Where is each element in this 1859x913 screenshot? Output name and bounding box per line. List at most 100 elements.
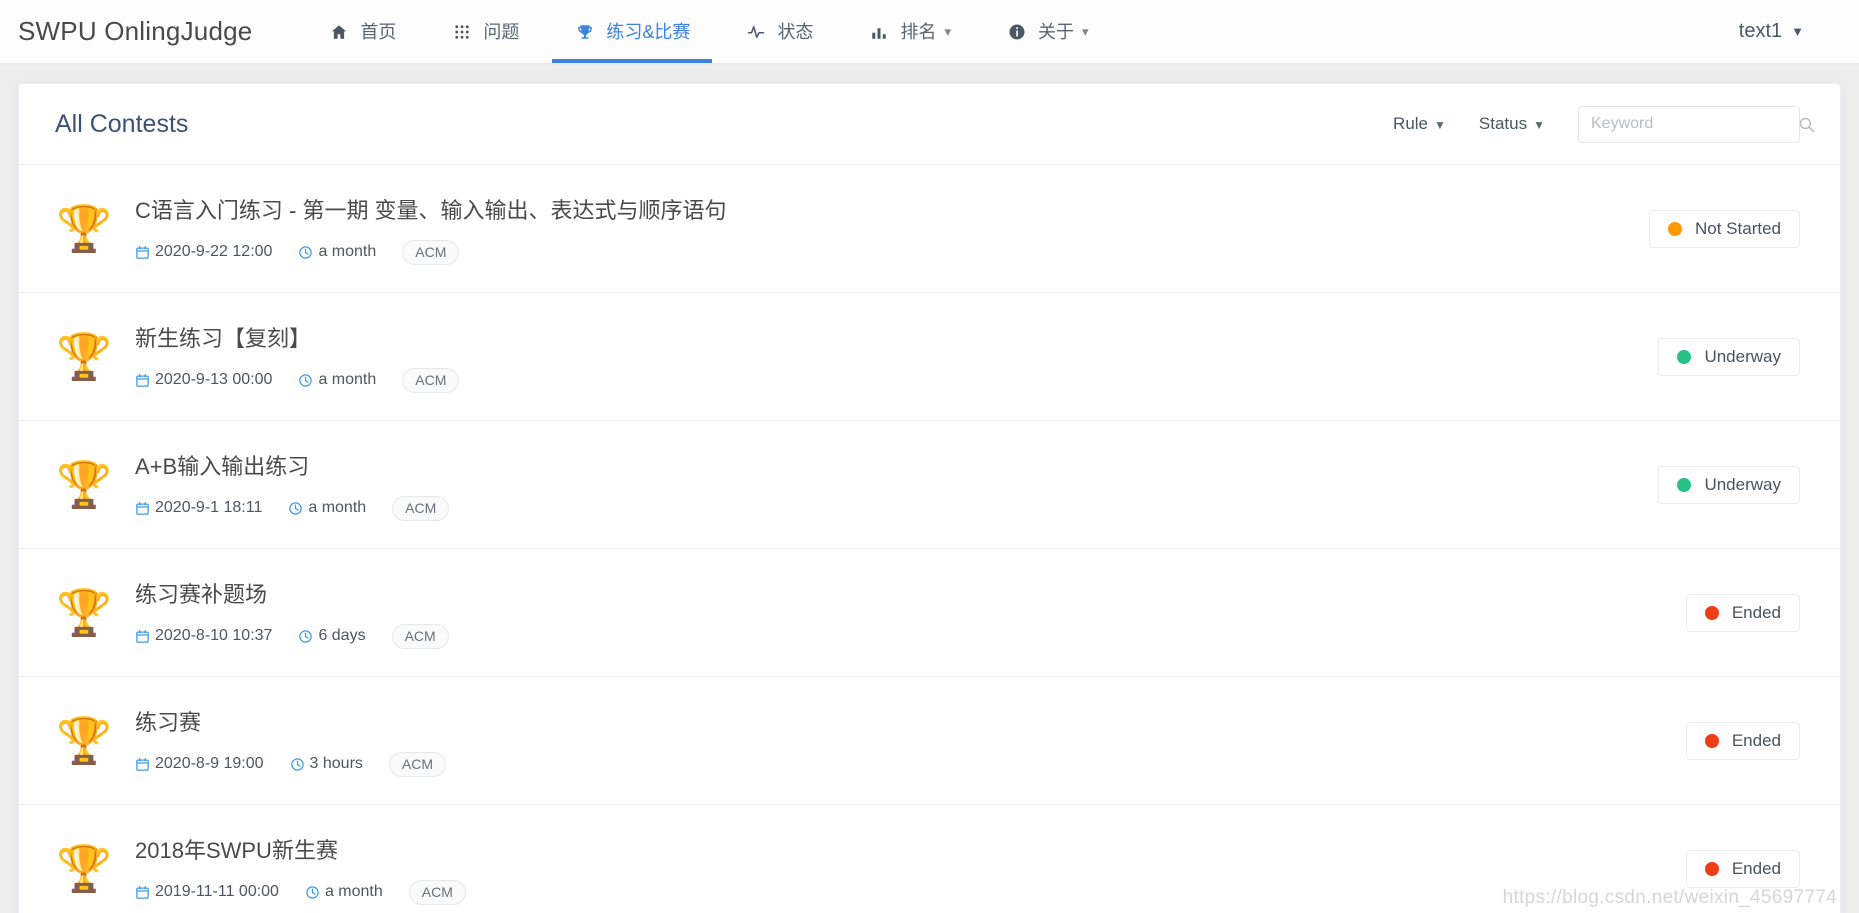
status-label: Not Started (1695, 218, 1781, 238)
contest-row[interactable]: 🏆 新生练习【复刻】 2020-9-13 00:00 a month ACM Underw… (19, 292, 1840, 420)
bar-chart-icon (868, 22, 890, 42)
contest-title[interactable]: A+B输入输出练习 (135, 449, 1658, 481)
nav-item-2[interactable]: 问题 (451, 0, 519, 63)
contest-row[interactable]: 🏆 练习赛 2020-8-9 19:00 3 hours ACM Ended (19, 676, 1840, 804)
status-dot-icon (1668, 221, 1682, 236)
calendar-icon (135, 629, 150, 644)
contest-list: 🏆 C语言入门练习 - 第一期 变量、输入输出、表达式与顺序语句 2020-9-22… (19, 164, 1840, 913)
status-label: Underway (1704, 346, 1781, 366)
contest-rule-tag: ACM (388, 751, 447, 777)
nav-item-1[interactable]: 首页 (328, 0, 396, 63)
calendar-icon (135, 757, 150, 772)
status-badge: Not Started (1649, 209, 1800, 248)
status-badge: Ended (1685, 593, 1800, 632)
status-filter-dropdown[interactable]: Status ▼ (1479, 114, 1545, 134)
contest-info: 新生练习【复刻】 2020-9-13 00:00 a month ACM (135, 321, 1658, 393)
contest-date-text: 2020-9-1 18:11 (155, 499, 263, 516)
nav-item-label: 首页 (360, 21, 397, 42)
contest-duration: a month (298, 371, 376, 389)
site-brand[interactable]: SWPU OnlingJudge (18, 16, 252, 47)
calendar-icon (135, 245, 150, 260)
clock-icon (305, 885, 320, 900)
trophy-icon: 🏆 (55, 331, 113, 382)
contest-duration-text: 6 days (318, 627, 366, 644)
nav-item-4[interactable]: 状态 (745, 0, 813, 63)
contest-info: 2018年SWPU新生赛 2019-11-11 00:00 a month ACM (135, 833, 1686, 905)
page-title: All Contests (55, 109, 189, 138)
contest-date-text: 2020-9-13 00:00 (155, 371, 273, 388)
contest-duration: 3 hours (290, 755, 363, 773)
contest-info: 练习赛 2020-8-9 19:00 3 hours ACM (135, 705, 1686, 777)
calendar-icon (135, 885, 150, 900)
clock-icon (298, 373, 313, 388)
search-icon[interactable] (1798, 116, 1815, 133)
contest-date-text: 2019-11-11 00:00 (155, 883, 279, 900)
contest-duration: a month (305, 883, 383, 901)
contest-rule-tag: ACM (402, 367, 460, 393)
search-box[interactable] (1578, 105, 1815, 143)
contest-date-text: 2020-8-10 10:37 (155, 627, 273, 644)
contest-title[interactable]: 2018年SWPU新生赛 (135, 833, 1686, 865)
contest-meta: 2020-9-1 18:11 a month ACM (135, 495, 1658, 521)
nav-item-label: 排名 (900, 21, 937, 42)
status-badge: Underway (1658, 337, 1800, 376)
contest-start-time: 2020-8-9 19:00 (135, 755, 264, 773)
contest-row[interactable]: 🏆 A+B输入输出练习 2020-9-1 18:11 a month ACM Underw… (19, 420, 1840, 548)
status-badge: Ended (1685, 849, 1800, 888)
clock-icon (290, 757, 305, 772)
status-badge: Underway (1658, 465, 1800, 504)
user-menu[interactable]: text1 ▼ (1739, 20, 1804, 43)
status-dot-icon (1704, 733, 1719, 748)
top-navbar: SWPU OnlingJudge 首页 问题 练习&比赛 状态 排名 ▾ 关于 ▾ text1… (0, 0, 1859, 63)
status-label: Ended (1731, 602, 1781, 622)
contest-start-time: 2020-9-13 00:00 (135, 371, 272, 389)
contest-start-time: 2020-8-10 10:37 (135, 627, 272, 645)
card-header: All Contests Rule ▼ Status ▼ (19, 84, 1840, 164)
status-label: Ended (1731, 730, 1781, 750)
nav-item-5[interactable]: 排名 ▾ (868, 0, 951, 63)
status-filter-label: Status (1478, 114, 1528, 133)
contest-row[interactable]: 🏆 练习赛补题场 2020-8-10 10:37 6 days ACM Ended (19, 548, 1840, 676)
contest-duration: a month (298, 243, 376, 261)
user-menu-label: text1 (1738, 20, 1783, 42)
contest-rule-tag: ACM (391, 623, 449, 649)
status-label: Underway (1704, 474, 1781, 494)
main-nav: 首页 问题 练习&比赛 状态 排名 ▾ 关于 ▾ (328, 0, 1143, 63)
grid-icon (451, 22, 473, 42)
contest-start-time: 2020-9-1 18:11 (135, 499, 262, 517)
contest-info: A+B输入输出练习 2020-9-1 18:11 a month ACM (135, 449, 1658, 521)
contest-title[interactable]: 练习赛补题场 (135, 577, 1686, 609)
page-body: All Contests Rule ▼ Status ▼ Keyword 🏆 C… (0, 63, 1859, 913)
contest-title[interactable]: 练习赛 (135, 705, 1686, 737)
nav-item-label: 关于 (1037, 21, 1074, 42)
contest-duration: 6 days (298, 627, 366, 645)
contest-row[interactable]: 🏆 2018年SWPU新生赛 2019-11-11 00:00 a month ACM E… (19, 804, 1840, 913)
trophy-icon: 🏆 (55, 203, 113, 254)
trophy-icon (574, 22, 596, 42)
contest-title[interactable]: C语言入门练习 - 第一期 变量、输入输出、表达式与顺序语句 (135, 193, 1649, 225)
contest-meta: 2020-9-22 12:00 a month ACM (135, 239, 1649, 265)
home-icon (328, 22, 350, 42)
rule-filter-dropdown[interactable]: Rule ▼ (1393, 114, 1446, 134)
contest-duration: a month (288, 499, 366, 517)
contest-info: C语言入门练习 - 第一期 变量、输入输出、表达式与顺序语句 2020-9-22 … (135, 193, 1649, 265)
rule-filter-label: Rule (1393, 114, 1429, 133)
contest-meta: 2020-9-13 00:00 a month ACM (135, 367, 1658, 393)
search-input[interactable] (1591, 115, 1798, 133)
calendar-icon (135, 373, 150, 388)
pulse-icon (745, 22, 767, 42)
status-dot-icon (1704, 605, 1719, 620)
clock-icon (298, 245, 313, 260)
contest-rule-tag: ACM (392, 495, 450, 521)
nav-item-6[interactable]: 关于 ▾ (1006, 0, 1089, 63)
contest-meta: 2020-8-9 19:00 3 hours ACM (135, 751, 1686, 777)
chevron-down-icon: ▼ (1434, 118, 1446, 132)
contest-title[interactable]: 新生练习【复刻】 (135, 321, 1658, 353)
contest-row[interactable]: 🏆 C语言入门练习 - 第一期 变量、输入输出、表达式与顺序语句 2020-9-22… (19, 164, 1840, 292)
contest-duration-text: a month (318, 371, 377, 388)
contest-meta: 2019-11-11 00:00 a month ACM (135, 879, 1686, 905)
nav-item-3[interactable]: 练习&比赛 (552, 0, 713, 63)
trophy-icon: 🏆 (55, 715, 113, 766)
contest-info: 练习赛补题场 2020-8-10 10:37 6 days ACM (135, 577, 1686, 649)
contest-rule-tag: ACM (408, 879, 466, 905)
